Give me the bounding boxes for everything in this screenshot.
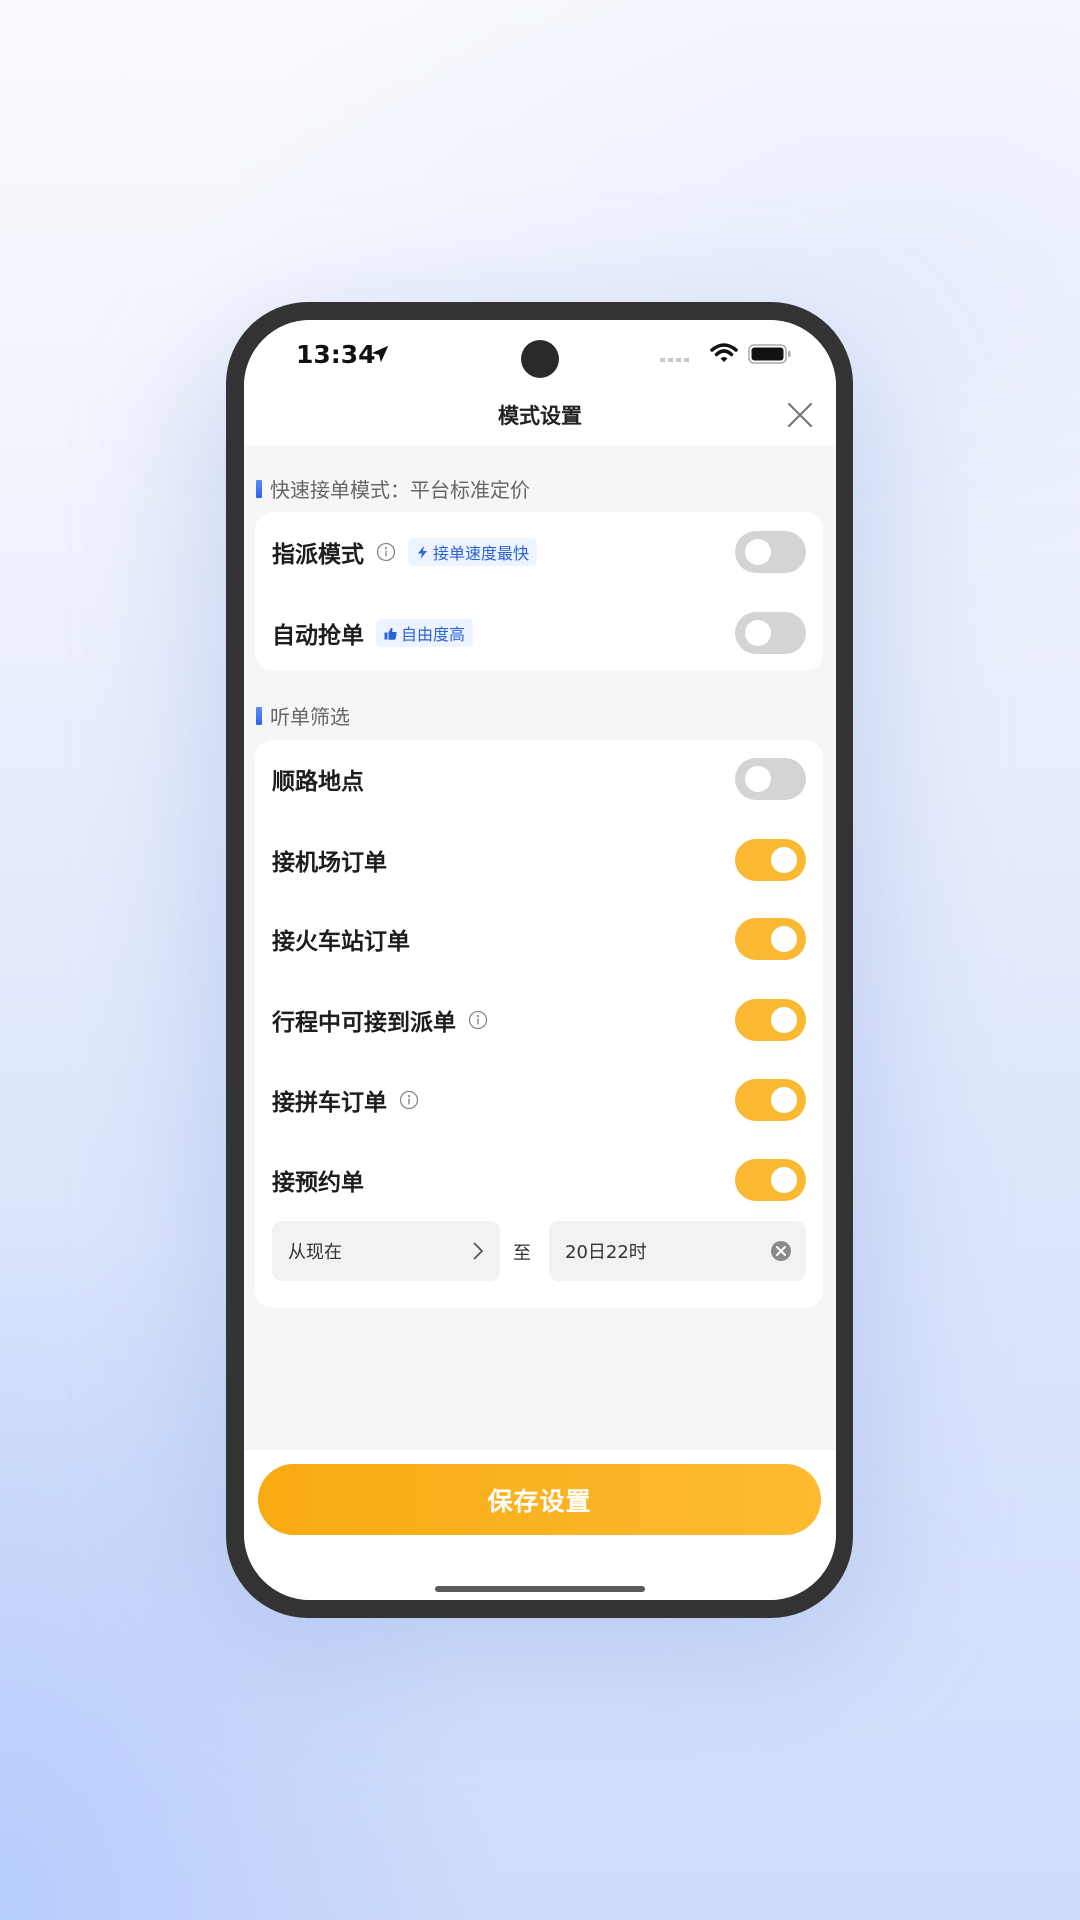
section-title: 快速接单模式：平台标准定价 bbox=[270, 478, 530, 502]
toggle-airport[interactable] bbox=[735, 839, 806, 881]
row-label: 顺路地点 bbox=[272, 769, 364, 795]
end-time-value: 20日22时 bbox=[565, 1242, 647, 1263]
setting-row-dispatch-mode: 指派模式 接单速度最快 bbox=[272, 522, 806, 582]
section-accent-bar bbox=[256, 706, 262, 725]
home-indicator[interactable] bbox=[435, 1586, 645, 1592]
info-icon[interactable] bbox=[376, 542, 396, 562]
start-time-select[interactable]: 从现在 bbox=[272, 1221, 500, 1281]
battery-icon bbox=[748, 344, 791, 364]
row-label: 自动抢单 bbox=[272, 623, 364, 649]
chevron-right-icon bbox=[473, 1242, 484, 1260]
section-accent-bar bbox=[256, 479, 262, 498]
toggle-auto-grab[interactable] bbox=[735, 612, 806, 654]
toggle-reservation[interactable] bbox=[735, 1159, 806, 1201]
setting-row-on-route: 顺路地点 bbox=[272, 749, 806, 809]
row-label: 接机场订单 bbox=[272, 850, 387, 876]
setting-row-carpool: 接拼车订单 bbox=[272, 1070, 806, 1130]
setting-row-dispatch-during-trip: 行程中可接到派单 bbox=[272, 990, 806, 1050]
tag-high-freedom: 自由度高 bbox=[376, 619, 474, 647]
app-screen: 13:34 模式设置 快速接单模式：平台标准定价 指派模式 接单速度最快 自动抢… bbox=[244, 320, 836, 1600]
row-label: 接火车站订单 bbox=[272, 929, 410, 955]
footer: 保存设置 bbox=[244, 1450, 836, 1600]
toggle-dispatch-during-trip[interactable] bbox=[735, 999, 806, 1041]
wifi-icon bbox=[710, 343, 738, 362]
status-time: 13:34 bbox=[296, 340, 376, 369]
tag-text: 接单速度最快 bbox=[433, 544, 530, 563]
front-camera bbox=[521, 340, 559, 378]
filter-card: 顺路地点 接机场订单 接火车站订单 行程中可接到派单 接拼车订单 接预约单 从现… bbox=[255, 740, 823, 1308]
toggle-train-station[interactable] bbox=[735, 918, 806, 960]
top-bar: 13:34 模式设置 bbox=[244, 320, 836, 445]
close-icon[interactable] bbox=[787, 402, 813, 428]
setting-row-auto-grab: 自动抢单 自由度高 bbox=[272, 603, 806, 663]
setting-row-reservation: 接预约单 bbox=[272, 1150, 806, 1210]
reservation-time-range: 从现在 至 20日22时 bbox=[272, 1221, 806, 1281]
info-icon[interactable] bbox=[468, 1010, 488, 1030]
toggle-on-route[interactable] bbox=[735, 758, 806, 800]
location-arrow-icon bbox=[371, 345, 389, 363]
quick-mode-card: 指派模式 接单速度最快 自动抢单 自由度高 bbox=[255, 512, 823, 671]
start-time-value: 从现在 bbox=[288, 1242, 342, 1263]
section-title: 听单筛选 bbox=[270, 705, 350, 729]
thumbs-up-icon bbox=[384, 627, 397, 640]
end-time-select[interactable]: 20日22时 bbox=[549, 1221, 806, 1281]
section-header-quick-mode: 快速接单模式：平台标准定价 bbox=[256, 474, 530, 503]
row-label: 指派模式 bbox=[272, 542, 364, 568]
lightning-icon bbox=[418, 545, 427, 559]
setting-row-airport: 接机场订单 bbox=[272, 830, 806, 890]
setting-row-train-station: 接火车站订单 bbox=[272, 909, 806, 969]
range-separator: 至 bbox=[513, 1243, 531, 1264]
clear-icon[interactable] bbox=[770, 1240, 792, 1262]
page-title: 模式设置 bbox=[498, 404, 582, 428]
toggle-carpool[interactable] bbox=[735, 1079, 806, 1121]
info-icon[interactable] bbox=[399, 1090, 419, 1110]
row-label: 行程中可接到派单 bbox=[272, 1010, 456, 1036]
save-settings-button[interactable]: 保存设置 bbox=[258, 1464, 821, 1535]
row-label: 接拼车订单 bbox=[272, 1090, 387, 1116]
row-label: 接预约单 bbox=[272, 1170, 364, 1196]
tag-fastest: 接单速度最快 bbox=[408, 538, 538, 566]
toggle-dispatch-mode[interactable] bbox=[735, 531, 806, 573]
signal-dots-icon bbox=[660, 358, 689, 362]
section-header-filter: 听单筛选 bbox=[256, 701, 350, 730]
tag-text: 自由度高 bbox=[401, 625, 466, 644]
